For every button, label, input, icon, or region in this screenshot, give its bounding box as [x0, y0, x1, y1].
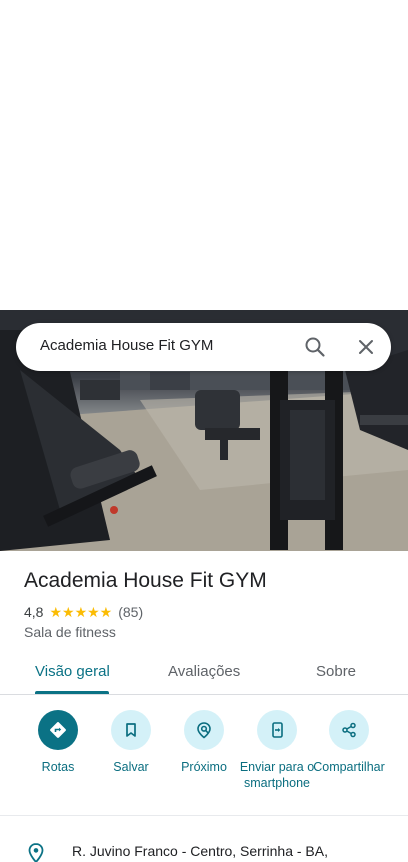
share-button[interactable]: Compartilhar — [309, 710, 389, 775]
rating-row[interactable]: 4,8 ★★★★★ (85) — [24, 603, 143, 621]
share-label: Compartilhar — [313, 760, 385, 774]
rating-value: 4,8 — [24, 604, 44, 620]
close-icon[interactable] — [354, 335, 378, 359]
directions-label: Rotas — [41, 760, 75, 774]
search-icon[interactable] — [303, 335, 327, 359]
place-title: Academia House Fit GYM — [24, 569, 267, 592]
send-to-phone-icon — [257, 710, 297, 750]
tab-reviews[interactable]: Avaliações — [168, 663, 240, 680]
star-rating: ★★★★★ — [49, 603, 113, 620]
send-to-phone-button[interactable]: Enviar para o smartphone — [237, 710, 317, 791]
tab-overview[interactable]: Visão geral — [35, 663, 110, 680]
nearby-button[interactable]: Próximo — [164, 710, 244, 775]
share-icon — [329, 710, 369, 750]
nearby-icon — [184, 710, 224, 750]
review-count[interactable]: (85) — [118, 604, 143, 620]
map-area[interactable] — [0, 0, 408, 310]
tab-about[interactable]: Sobre — [316, 663, 356, 680]
directions-button[interactable]: Rotas — [18, 710, 98, 775]
search-input[interactable]: Academia House Fit GYM — [40, 337, 213, 354]
directions-icon — [38, 710, 78, 750]
location-pin-icon — [26, 842, 46, 862]
save-button[interactable]: Salvar — [91, 710, 171, 775]
tab-divider — [0, 694, 408, 695]
search-bar[interactable]: Academia House Fit GYM — [16, 323, 391, 371]
place-category[interactable]: Sala de fitness — [24, 624, 116, 640]
bookmark-icon — [111, 710, 151, 750]
save-label: Salvar — [113, 760, 149, 774]
nearby-label: Próximo — [181, 760, 227, 774]
place-panel: Academia House Fit GYM Academia House Fi… — [0, 0, 408, 862]
section-divider — [0, 815, 408, 816]
send-to-phone-label: Enviar para o smartphone — [239, 760, 315, 790]
address-text[interactable]: R. Juvino Franco - Centro, Serrinha - BA… — [72, 843, 328, 859]
